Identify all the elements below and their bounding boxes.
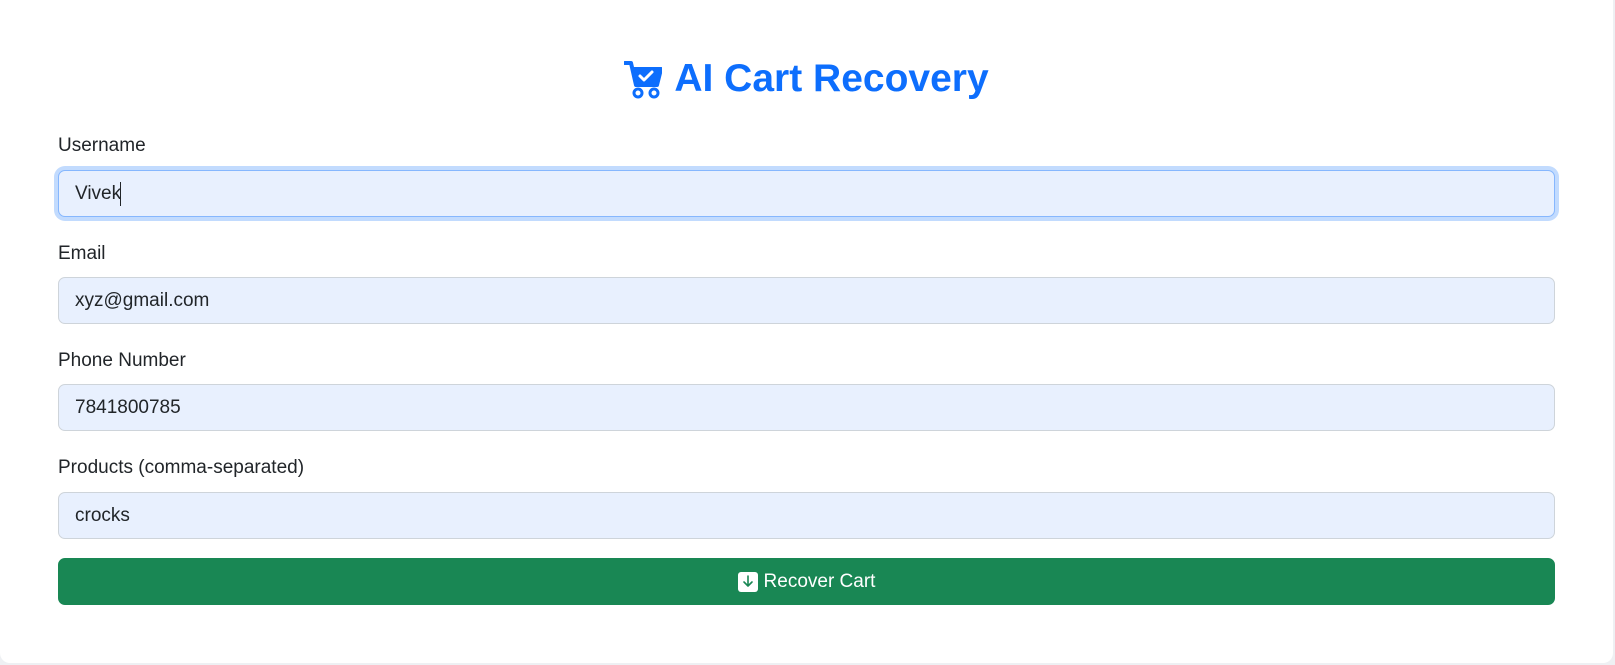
recover-cart-button[interactable]: Recover Cart [58,558,1555,605]
download-icon [737,571,758,592]
products-label: Products (comma-separated) [58,457,305,478]
cart-check-icon [623,59,664,99]
page: AI Cart Recovery Username Email Phone Nu… [0,0,1613,663]
text-caret [120,182,121,206]
phone-label: Phone Number [58,350,186,371]
recover-cart-label: Recover Cart [763,570,876,592]
products-input[interactable] [58,492,1555,539]
username-input[interactable] [58,170,1555,217]
phone-input[interactable] [58,384,1555,431]
page-title: AI Cart Recovery [58,54,1555,104]
email-label: Email [58,243,106,264]
page-title-text: AI Cart Recovery [674,57,989,100]
username-label: Username [58,135,146,156]
email-input[interactable] [58,277,1555,324]
